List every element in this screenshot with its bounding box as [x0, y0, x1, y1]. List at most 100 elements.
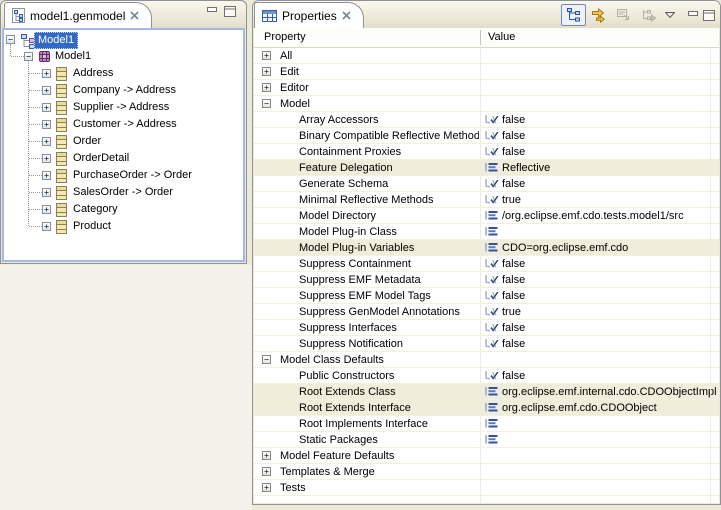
pin-tree-icon — [641, 7, 657, 23]
tree-row-salesorder-order[interactable]: +SalesOrder -> Order — [4, 184, 243, 201]
expand-toggle-icon[interactable]: + — [42, 188, 51, 197]
show-categories-button[interactable] — [561, 4, 586, 26]
tree-item-label: Company -> Address — [70, 83, 179, 98]
editor-maximize-button[interactable] — [224, 6, 236, 17]
tree-row-supplier-address[interactable]: +Supplier -> Address — [4, 99, 243, 116]
property-value: Reflective — [502, 161, 550, 175]
properties-tab[interactable]: Properties — [254, 2, 364, 28]
expand-toggle-icon[interactable]: + — [262, 83, 271, 92]
property-name: Root Extends Class — [299, 385, 479, 399]
minimize-button[interactable] — [685, 4, 701, 26]
property-row[interactable]: Generate Schemafalse — [254, 176, 719, 192]
expand-toggle-icon[interactable]: + — [42, 69, 51, 78]
tree-row-model1[interactable]: −Model1 — [4, 48, 243, 65]
expand-toggle-icon[interactable]: + — [262, 51, 271, 60]
property-value: false — [502, 273, 525, 287]
property-row[interactable]: Binary Compatible Reflective Methodsfals… — [254, 128, 719, 144]
property-row[interactable]: Root Extends Class org.eclipse.emf.intern… — [254, 384, 719, 400]
expand-toggle-icon[interactable]: + — [42, 103, 51, 112]
tree-row-product[interactable]: +Product — [4, 218, 243, 235]
tree-row-purchaseorder-order[interactable]: + PurchaseOrder -> Order — [4, 167, 243, 184]
expand-toggle-icon[interactable]: + — [42, 205, 51, 214]
property-row[interactable]: Containment Proxiesfalse — [254, 144, 719, 160]
expand-toggle-icon[interactable]: + — [262, 451, 271, 460]
expand-toggle-icon[interactable]: + — [262, 67, 271, 76]
tree-item-label: Address — [70, 66, 116, 81]
tree-row-orderdetail[interactable]: +OrderDetail — [4, 150, 243, 167]
text-property-icon — [484, 402, 499, 413]
property-row[interactable]: Suppress GenModel Annotationstrue — [254, 304, 719, 320]
boolean-property-icon — [484, 274, 499, 285]
property-row[interactable]: Static Packages — [254, 432, 719, 448]
property-row[interactable]: Root Extends Interfaceorg.eclipse.emf.cd… — [254, 400, 719, 416]
tree-row-company-address[interactable]: + Company -> Address — [4, 82, 243, 99]
tree-connector-line — [29, 209, 42, 210]
tree-row-customer-address[interactable]: +Customer -> Address — [4, 116, 243, 133]
boolean-property-icon — [484, 322, 499, 333]
boolean-property-icon — [484, 258, 499, 269]
maximize-button[interactable] — [701, 4, 717, 26]
property-name: Model Plug-in Class — [299, 225, 479, 239]
pin-to-selection-button[interactable] — [636, 4, 661, 26]
tree-row-category[interactable]: +Category — [4, 201, 243, 218]
category-label: Edit — [280, 65, 299, 79]
category-row[interactable]: −Model — [254, 96, 719, 112]
properties-tab-close-icon[interactable] — [342, 11, 351, 20]
view-menu-button[interactable] — [661, 4, 679, 26]
property-row[interactable]: Suppress Notificationfalse — [254, 336, 719, 352]
property-row[interactable]: Suppress Interfacesfalse — [254, 320, 719, 336]
boolean-property-icon — [484, 178, 499, 189]
tree-item-label: PurchaseOrder -> Order — [70, 168, 195, 183]
expand-toggle-icon[interactable]: + — [42, 222, 51, 231]
collapse-toggle-icon[interactable]: − — [24, 52, 33, 61]
property-row[interactable]: Feature DelegationReflective — [254, 160, 719, 176]
expand-toggle-icon[interactable]: + — [42, 120, 51, 129]
column-resize-handle[interactable] — [480, 30, 481, 45]
property-row[interactable]: Suppress EMF Model Tagsfalse — [254, 288, 719, 304]
category-row[interactable]: + Edit — [254, 64, 719, 80]
tree-item-label: Model1 — [34, 32, 78, 49]
property-row[interactable]: Array Accessorsfalse — [254, 112, 719, 128]
expand-toggle-icon[interactable]: + — [42, 137, 51, 146]
property-name: Public Constructors — [299, 369, 479, 383]
show-advanced-properties-button[interactable] — [586, 4, 611, 26]
property-value: org.eclipse.emf.internal.cdo.CDOObjectIm… — [502, 385, 717, 399]
genclass-icon — [56, 135, 67, 149]
property-row[interactable]: Minimal Reflective Methodstrue — [254, 192, 719, 208]
tree-connector-line — [29, 175, 42, 176]
tree-connector-line — [11, 56, 24, 57]
property-row[interactable]: Public Constructorsfalse — [254, 368, 719, 384]
property-row[interactable]: Suppress Containmentfalse — [254, 256, 719, 272]
editor-tab-model1-genmodel[interactable]: model1.genmodel — [4, 2, 152, 28]
expand-toggle-icon[interactable]: + — [42, 171, 51, 180]
column-header-value[interactable]: Value — [488, 31, 515, 43]
collapse-toggle-icon[interactable]: − — [262, 99, 271, 108]
property-row[interactable]: Model Plug-in Class — [254, 224, 719, 240]
expand-toggle-icon[interactable]: + — [262, 467, 271, 476]
column-header-property[interactable]: Property — [264, 31, 306, 43]
editor-minimize-button[interactable] — [207, 6, 218, 17]
property-row[interactable]: Suppress EMF Metadatafalse — [254, 272, 719, 288]
category-row[interactable]: +Model Feature Defaults — [254, 448, 719, 464]
category-row[interactable]: +Editor — [254, 80, 719, 96]
tree-row-order[interactable]: +Order — [4, 133, 243, 150]
expand-toggle-icon[interactable]: + — [262, 483, 271, 492]
expand-toggle-icon[interactable]: + — [42, 86, 51, 95]
category-row[interactable]: −Model Class Defaults — [254, 352, 719, 368]
genclass-icon — [56, 84, 67, 98]
property-row[interactable]: Model Directory/org.eclipse.emf.cdo.test… — [254, 208, 719, 224]
tree-row-model1[interactable]: − Model1 — [4, 31, 243, 48]
collapse-toggle-icon[interactable]: − — [262, 355, 271, 364]
category-row[interactable]: +Tests — [254, 480, 719, 496]
property-name: Array Accessors — [299, 113, 479, 127]
collapse-toggle-icon[interactable]: − — [6, 35, 15, 44]
editor-tab-close-icon[interactable] — [130, 11, 139, 20]
restore-default-value-button[interactable] — [611, 4, 636, 26]
tree-row-address[interactable]: + Address — [4, 65, 243, 82]
property-row[interactable]: Model Plug-in VariablesCDO=org.eclipse.e… — [254, 240, 719, 256]
category-row[interactable]: +Templates & Merge — [254, 464, 719, 480]
category-row[interactable]: +All — [254, 48, 719, 64]
property-value: org.eclipse.emf.cdo.CDOObject — [502, 401, 657, 415]
property-row[interactable]: Root Implements Interface — [254, 416, 719, 432]
expand-toggle-icon[interactable]: + — [42, 154, 51, 163]
